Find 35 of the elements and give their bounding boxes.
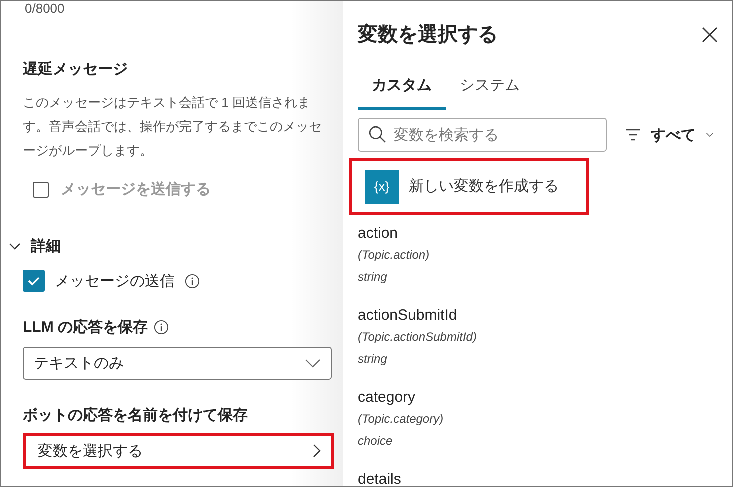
info-icon[interactable] bbox=[154, 320, 169, 335]
section-title: 詳細 bbox=[31, 237, 61, 256]
create-variable-button[interactable]: {x} 新しい変数を作成する bbox=[349, 158, 589, 215]
search-field[interactable]: 変数を検索する bbox=[358, 118, 607, 152]
variable-name[interactable]: actionSubmitId bbox=[358, 306, 718, 326]
section-title: 遅延メッセージ bbox=[23, 60, 129, 79]
description-text: このメッセージはテキスト会話で 1 回送信されます。音声会話では、操作が完了するまでこのメッセージがループします。 bbox=[23, 94, 323, 160]
variable-type: string bbox=[358, 351, 388, 368]
chevron-down-icon bbox=[706, 132, 714, 138]
variable-name[interactable]: action bbox=[358, 224, 718, 244]
panel-title: 変数を選択する bbox=[358, 22, 498, 48]
filter-icon bbox=[625, 129, 641, 141]
variable-type: string bbox=[358, 269, 388, 286]
info-icon[interactable] bbox=[185, 274, 200, 288]
response-dropdown[interactable]: テキストのみ bbox=[23, 347, 332, 380]
checkbox-label: メッセージの送信 bbox=[55, 272, 175, 290]
tab[interactable]: システム bbox=[446, 72, 534, 110]
variable-scope: (Topic.action) bbox=[358, 247, 431, 264]
close-icon[interactable] bbox=[702, 26, 718, 42]
chevron-icon[interactable] bbox=[9, 242, 21, 250]
variable-name[interactable]: category bbox=[358, 388, 718, 408]
checkbox[interactable] bbox=[23, 270, 45, 292]
field-label: LLM の応答を保存 bbox=[23, 318, 148, 337]
tab[interactable]: カスタム bbox=[358, 72, 446, 110]
chevron-down-icon bbox=[305, 358, 321, 368]
variable-scope: (Topic.actionSubmitId) bbox=[358, 329, 478, 346]
filter-button[interactable]: すべて bbox=[625, 126, 714, 144]
variable-type: choice bbox=[358, 433, 394, 450]
checkbox-label: メッセージを送信する bbox=[61, 180, 211, 199]
chevron-right-icon bbox=[313, 444, 321, 458]
character-count: 0/8000 bbox=[25, 1, 66, 17]
field-label: ボットの応答を名前を付けて保存 bbox=[23, 406, 248, 425]
select-variable-button[interactable]: 変数を選択する bbox=[23, 433, 334, 469]
variable-scope: (Topic.category) bbox=[358, 411, 445, 428]
variable-name[interactable]: details bbox=[358, 470, 718, 486]
